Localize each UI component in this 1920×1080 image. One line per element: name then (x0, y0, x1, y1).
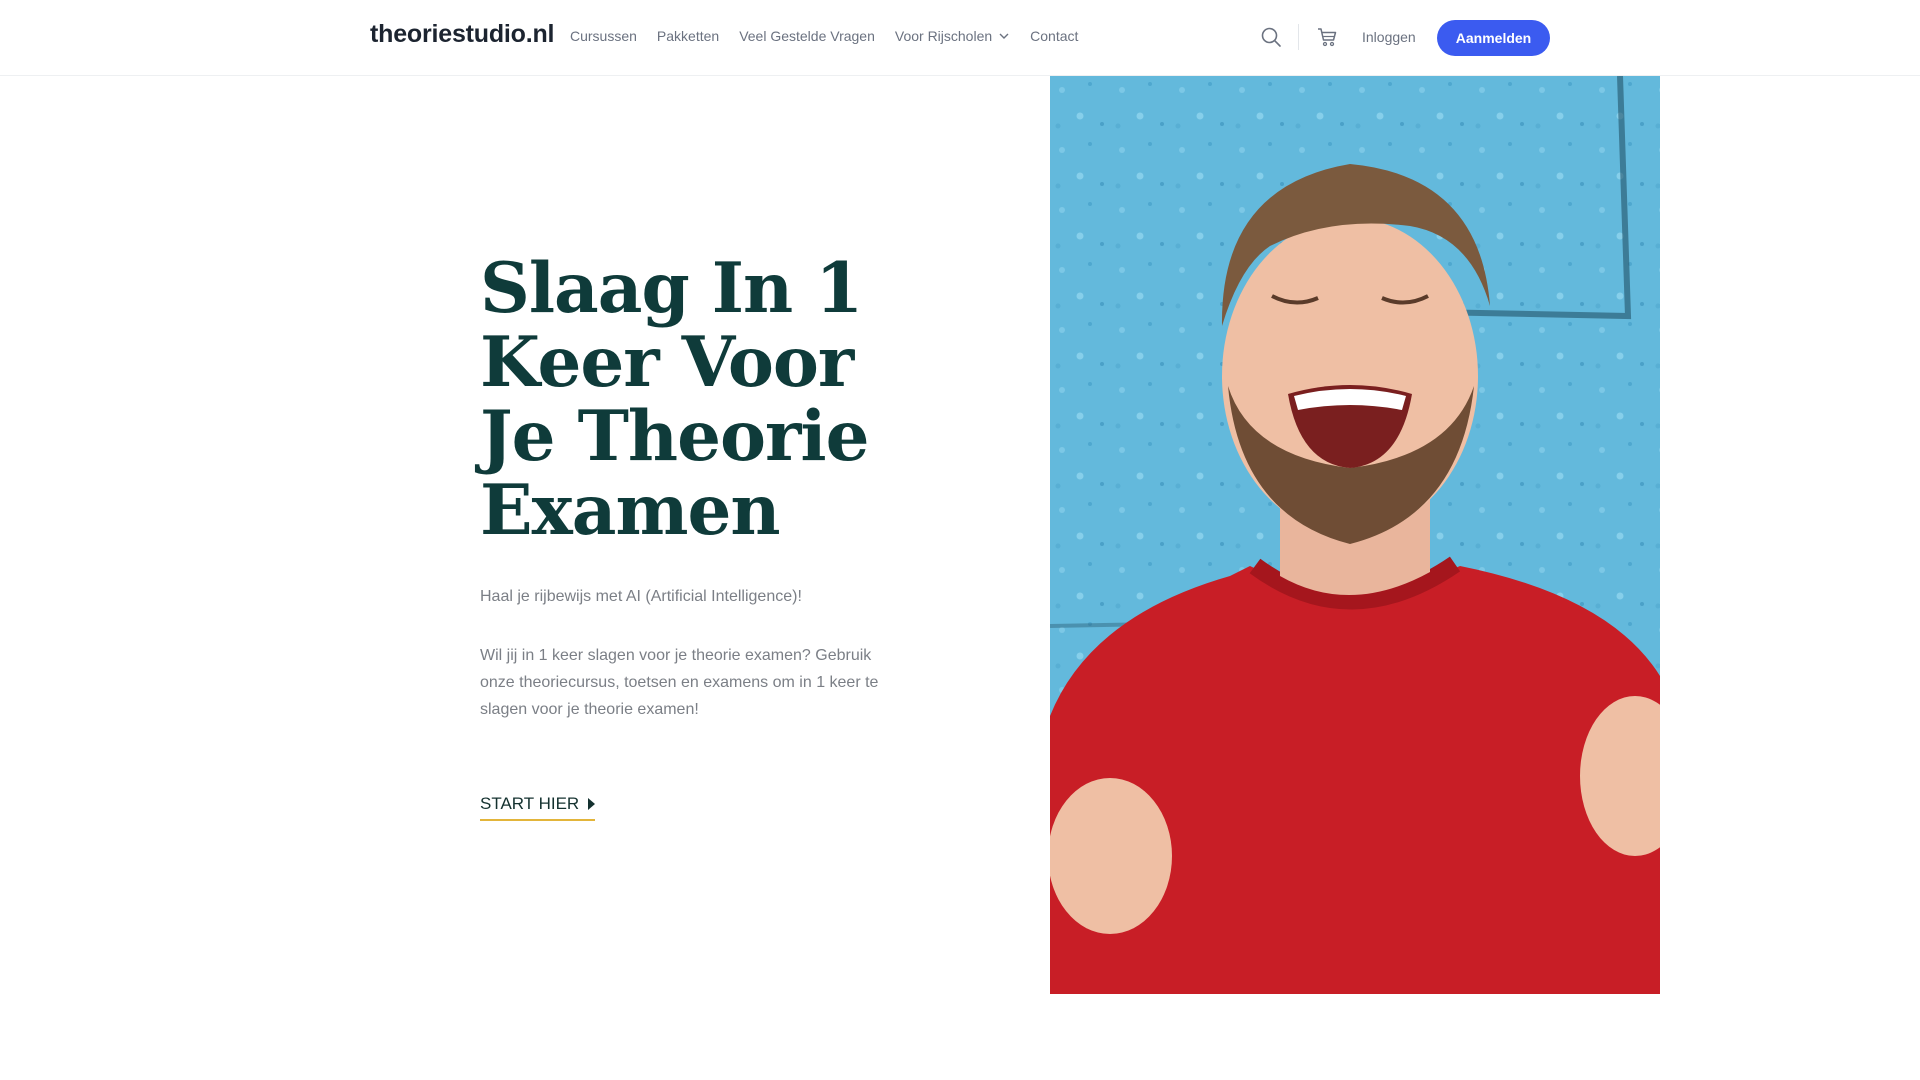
hero-subtitle: Haal je rijbewijs met AI (Artificial Int… (480, 588, 802, 605)
site-logo[interactable]: theoriestudio.nl (370, 20, 555, 49)
header-divider (1298, 24, 1299, 50)
nav-item-faq[interactable]: Veel Gestelde Vragen (739, 28, 875, 44)
hero-photo-illustration (1050, 76, 1660, 994)
signup-button-label: Aanmelden (1455, 30, 1532, 46)
nav-item-contact[interactable]: Contact (1030, 28, 1078, 44)
hero-image (1050, 76, 1660, 994)
nav-item-label: Contact (1030, 28, 1079, 44)
nav-item-label: Veel Gestelde Vragen (739, 28, 875, 44)
nav-item-label: Pakketten (656, 28, 720, 44)
cart-icon[interactable] (1316, 26, 1338, 48)
search-icon[interactable] (1260, 26, 1282, 48)
hero-title: Slaag In 1 Keer Voor Je Theorie Examen (480, 248, 869, 551)
signup-button[interactable]: Aanmelden (1437, 20, 1550, 56)
nav-item-label: Cursussen (570, 28, 637, 44)
login-link[interactable]: Inloggen (1362, 29, 1416, 45)
nav-item-voor-rijscholen[interactable]: Voor Rijscholen (895, 28, 1010, 44)
nav-item-cursussen[interactable]: Cursussen (570, 28, 637, 44)
main-nav: Cursussen Pakketten Veel Gestelde Vragen… (570, 28, 1098, 44)
nav-item-label: Voor Rijscholen (894, 28, 993, 44)
nav-item-pakketten[interactable]: Pakketten (657, 28, 719, 44)
hero-body-text: Wil jij in 1 keer slagen voor je theorie… (480, 647, 879, 718)
play-arrow-icon (588, 798, 596, 810)
site-header: theoriestudio.nl Cursussen Pakketten Vee… (0, 0, 1920, 76)
start-here-link[interactable]: START HIER (480, 794, 596, 821)
chevron-down-icon (999, 33, 1009, 39)
start-here-label: START HIER (480, 794, 580, 813)
